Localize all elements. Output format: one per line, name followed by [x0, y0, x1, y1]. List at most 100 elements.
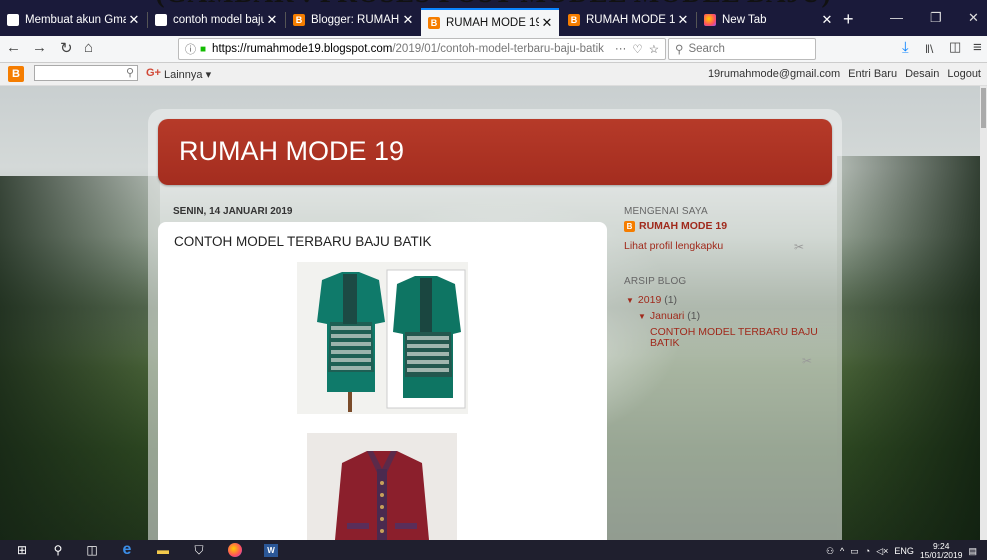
close-icon[interactable]: ✕	[675, 12, 691, 28]
design-link[interactable]: Desain	[905, 68, 939, 80]
tab-rumah-mode[interactable]: B RUMAH MODE 19 ✕	[561, 6, 695, 34]
archive-year[interactable]: ▼ 2019 (1)	[626, 294, 677, 306]
close-icon[interactable]: ✕	[126, 12, 142, 28]
navigation-toolbar: ← → ↻ ⌂ ⓘ ■ https://rumahmode19.blogspot…	[0, 36, 987, 63]
word-icon[interactable]: W	[262, 542, 280, 558]
clock-date: 15/01/2019	[919, 550, 963, 560]
wifi-icon[interactable]: ◔	[865, 546, 870, 556]
file-explorer-icon[interactable]: ▬	[154, 542, 172, 558]
clock[interactable]: 9:24 15/01/2019	[920, 542, 963, 560]
forward-icon[interactable]: →	[32, 39, 47, 56]
bookmark-star-icon[interactable]: ☆	[649, 42, 659, 56]
sidebar-icon[interactable]: ◫	[949, 39, 961, 55]
batik-dress-image-1[interactable]	[297, 262, 468, 414]
people-icon[interactable]: ⚇	[826, 546, 834, 557]
firefox-icon	[704, 14, 716, 26]
tab-blogger[interactable]: B Blogger: RUMAH MODE ✕	[286, 6, 420, 34]
archive-month[interactable]: ▼ Januari (1)	[638, 310, 700, 322]
chevron-up-icon[interactable]: ^	[840, 546, 844, 556]
account-email: 19rumahmode@gmail.com	[707, 68, 841, 80]
edit-gadget-icon[interactable]: ✂	[802, 354, 812, 368]
blogger-icon: B	[293, 14, 305, 26]
profile-link[interactable]: Lihat profil lengkapku	[624, 240, 723, 252]
windows-taskbar: ⊞ ⚲ ◫ e ▬ ⛉ W ⚇ ^ ▭ ◔ ◁× ENG 9:24 15/01/…	[0, 540, 987, 560]
tab-gmail[interactable]: G Membuat akun Gmail - I ✕	[0, 6, 146, 34]
profile-name[interactable]: B RUMAH MODE 19	[624, 220, 727, 232]
close-icon[interactable]: ✕	[264, 12, 280, 28]
more-menu[interactable]: Lainnya ▾	[164, 68, 211, 81]
search-icon: ⚲	[675, 44, 684, 56]
blogger-logo-icon[interactable]: B	[8, 66, 24, 82]
search-icon[interactable]: ⚲	[126, 66, 134, 79]
tab-title: contoh model baju batik	[173, 14, 264, 26]
profile-name-text: RUMAH MODE 19	[639, 220, 728, 232]
collapse-triangle-icon[interactable]: ▼	[638, 312, 646, 321]
url-path: /2019/01/contoh-model-terbaru-baju-batik	[392, 43, 604, 55]
blog-search-input[interactable]: ⚲	[34, 65, 138, 81]
system-tray: ⚇ ^ ▭ ◔ ◁× ENG 9:24 15/01/2019 ▤	[826, 542, 977, 560]
notification-icon[interactable]: ▤	[968, 546, 977, 557]
back-icon[interactable]: ←	[6, 39, 21, 56]
blogger-icon: B	[568, 14, 580, 26]
logout-link[interactable]: Logout	[947, 68, 981, 80]
page-actions-icon[interactable]: ···	[615, 43, 627, 55]
archive-year-count: (1)	[664, 294, 678, 306]
blogger-icon: B	[624, 220, 635, 232]
tab-search[interactable]: G contoh model baju batik ✕	[148, 6, 284, 34]
archive-month-link[interactable]: Januari	[650, 310, 684, 322]
figure-caption: (GAMBAR : PROSES POST MODEL MODEL BAJU)	[0, 0, 987, 8]
batik-dress-image-2[interactable]	[307, 433, 457, 540]
archive-month-count: (1)	[687, 310, 701, 322]
reload-icon[interactable]: ↻	[60, 39, 73, 57]
windows-start-icon[interactable]: ⊞	[14, 542, 30, 558]
download-icon[interactable]: ⤓	[902, 39, 909, 56]
archive-post-link[interactable]: CONTOH MODEL TERBARU BAJU BATIK	[650, 327, 830, 349]
new-tab-button[interactable]: +	[843, 9, 854, 30]
menu-icon[interactable]: ≡	[973, 39, 982, 56]
tab-title: RUMAH MODE 19: CONT	[446, 17, 539, 29]
library-icon[interactable]: ‖\	[925, 42, 933, 56]
language-indicator[interactable]: ENG	[894, 546, 914, 556]
scrollbar[interactable]	[980, 86, 987, 540]
post-title[interactable]: CONTOH MODEL TERBARU BAJU BATIK	[174, 234, 432, 249]
tab-new[interactable]: New Tab ✕	[697, 6, 839, 34]
blog-header: RUMAH MODE 19	[158, 119, 832, 185]
scrollbar-thumb[interactable]	[981, 88, 986, 128]
url-domain: https://rumahmode19.blogspot.com	[212, 43, 393, 55]
archive-year-link[interactable]: 2019	[638, 294, 661, 306]
post-body: CONTOH MODEL TERBARU BAJU BATIK	[158, 222, 607, 540]
google-icon: G	[155, 14, 167, 26]
volume-icon[interactable]: ◁×	[876, 546, 888, 557]
google-plus-icon[interactable]: G+	[146, 67, 161, 79]
minimize-icon[interactable]: —	[890, 10, 903, 25]
tab-title: Membuat akun Gmail - I	[25, 14, 126, 26]
tab-active-post[interactable]: B RUMAH MODE 19: CONT ✕	[421, 8, 559, 36]
edge-icon[interactable]: e	[118, 541, 136, 558]
info-icon[interactable]: ⓘ	[185, 41, 196, 57]
close-icon[interactable]: ✕	[400, 12, 416, 28]
edit-gadget-icon[interactable]: ✂	[794, 240, 804, 254]
search-icon[interactable]: ⚲	[50, 542, 66, 558]
new-post-link[interactable]: Entri Baru	[848, 68, 897, 80]
task-view-icon[interactable]: ◫	[84, 542, 100, 558]
close-icon[interactable]: ✕	[539, 15, 555, 31]
tab-title: New Tab	[722, 14, 767, 26]
close-window-icon[interactable]: ✕	[968, 10, 979, 26]
blog-title[interactable]: RUMAH MODE 19	[179, 136, 404, 167]
collapse-triangle-icon[interactable]: ▼	[626, 296, 634, 305]
tab-title: RUMAH MODE 19	[586, 14, 675, 26]
lock-icon: ■	[200, 43, 207, 55]
archive-heading: ARSIP BLOG	[624, 276, 687, 287]
search-input[interactable]: ⚲ Search	[668, 38, 816, 60]
pocket-icon[interactable]: ♡	[632, 42, 642, 56]
sidebar: MENGENAI SAYA B RUMAH MODE 19 Lihat profi…	[624, 206, 834, 368]
url-bar[interactable]: ⓘ ■ https://rumahmode19.blogspot.com/201…	[178, 38, 666, 60]
battery-icon[interactable]: ▭	[850, 546, 859, 557]
restore-icon[interactable]: ❐	[930, 10, 942, 26]
store-icon[interactable]: ⛉	[190, 542, 208, 558]
home-icon[interactable]: ⌂	[84, 39, 93, 56]
google-icon: G	[7, 14, 19, 26]
close-icon[interactable]: ✕	[819, 12, 835, 28]
blogger-icon: B	[428, 17, 440, 29]
firefox-icon[interactable]	[226, 542, 244, 558]
